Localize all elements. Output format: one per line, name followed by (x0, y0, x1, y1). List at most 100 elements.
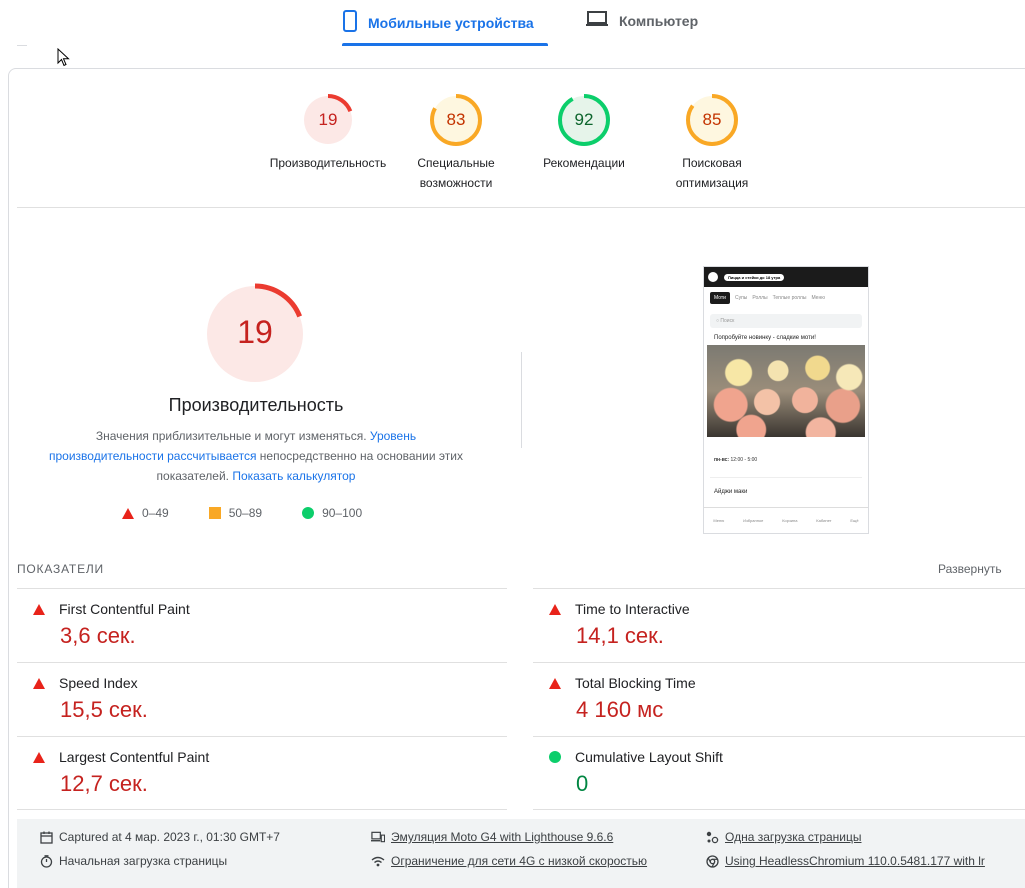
network-throttling[interactable]: Ограничение для сети 4G с низкой скорост… (371, 854, 647, 868)
tab-mobile[interactable]: Мобильные устройства (342, 10, 534, 35)
metric-divider (17, 736, 507, 737)
thumb-hours: пн-вс: 12:00 - 5:00 (714, 457, 868, 463)
devices-icon (371, 830, 385, 844)
gauge-ring: 92 (557, 93, 611, 147)
performance-score: 19 (237, 314, 273, 350)
thumb-header: Пицца и стейки до 18 утра (704, 267, 868, 287)
wifi-icon (371, 854, 385, 868)
green-circle-icon (302, 507, 315, 519)
device-tabs: Мобильные устройства Компьютер (0, 0, 1025, 48)
person-dots-icon (705, 830, 719, 844)
thumb-nav-item: Кабинет (816, 518, 832, 523)
captured-text: Captured at 4 мар. 2023 г., 01:30 GMT+7 (59, 830, 280, 844)
metric-lcp: Largest Contentful Paint 12,7 сек. (17, 749, 497, 797)
metric-name: Total Blocking Time (575, 675, 696, 691)
metric-speed-index: Speed Index 15,5 сек. (17, 675, 497, 723)
metric-divider (533, 588, 1025, 589)
thumb-tabs: Моти Супы Роллы Теплые роллы Меню (704, 287, 868, 304)
thumb-bottom-nav: Меню Избранное Корзина Кабинет Ещё (704, 507, 868, 533)
metric-divider (17, 588, 507, 589)
throttling-text: Ограничение для сети 4G с низкой скорост… (391, 854, 648, 868)
tab-desktop[interactable]: Компьютер (585, 10, 698, 31)
thumb-search-text: Поиск (720, 318, 735, 324)
gauge-best-practices[interactable]: 92 Рекомендации (514, 93, 654, 173)
tab-mobile-label: Мобильные устройства (368, 14, 534, 31)
legend-fail: 0–49 (122, 506, 169, 520)
single-load-text: Одна загрузка страницы (725, 830, 862, 844)
orange-square-icon (208, 507, 221, 519)
browser-version[interactable]: Using HeadlessChromium 110.0.5481.177 wi… (705, 854, 985, 868)
thumb-nav-item: Корзина (782, 518, 798, 523)
score-legend: 0–49 50–89 90–100 (122, 506, 402, 520)
gauge-score: 19 (318, 110, 338, 129)
initial-load: Начальная загрузка страницы (39, 854, 227, 868)
metric-divider (17, 809, 507, 810)
calendar-icon (39, 830, 53, 844)
red-triangle-icon (549, 677, 561, 689)
metric-divider (533, 736, 1025, 737)
gauge-score: 83 (446, 110, 466, 129)
red-triangle-icon (33, 677, 45, 689)
thumb-nav-item: Меню (713, 518, 725, 523)
timer-icon (39, 854, 53, 868)
metric-name: Speed Index (59, 675, 138, 691)
metric-fcp: First Contentful Paint 3,6 сек. (17, 601, 497, 649)
thumb-search: ○ Поиск (710, 314, 862, 328)
metric-divider (17, 662, 507, 663)
metric-value: 0 (576, 771, 589, 796)
metric-divider (533, 662, 1025, 663)
tab-divider (17, 45, 27, 46)
gauge-label: Производительность (269, 156, 387, 170)
gauge-label: Рекомендации (543, 156, 625, 170)
legend-average-label: 50–89 (228, 506, 263, 520)
description-text: Значения приблизительные и могут изменят… (95, 429, 370, 443)
legend-pass-label: 90–100 (322, 506, 363, 520)
gauge-score: 85 (702, 110, 722, 129)
emulation[interactable]: Эмуляция Moto G4 with Lighthouse 9.6.6 (371, 830, 613, 844)
thumb-tab: Роллы (752, 295, 768, 301)
thumb-divider (710, 477, 862, 478)
performance-description: Значения приблизительные и могут изменят… (45, 426, 467, 486)
thumb-hours-label: пн-вс: (714, 457, 730, 463)
metric-value: 14,1 сек. (576, 623, 664, 648)
runtime-settings: Captured at 4 мар. 2023 г., 01:30 GMT+7 … (17, 819, 1025, 888)
category-gauges: 19 Производительность 83 Специальные воз… (0, 93, 1025, 193)
gauge-label: Поисковая оптимизация (675, 156, 749, 190)
thumb-nav-item: Ещё (850, 518, 859, 523)
gauge-ring: 19 (301, 93, 355, 147)
gauge-ring: 83 (429, 93, 483, 147)
page-screenshot-thumbnail[interactable]: Пицца и стейки до 18 утра Моти Супы Ролл… (703, 266, 869, 534)
emulation-text: Эмуляция Moto G4 with Lighthouse 9.6.6 (391, 830, 614, 844)
green-circle-icon (549, 751, 561, 763)
gauge-score: 92 (574, 110, 594, 129)
metric-value: 4 160 мс (576, 697, 664, 722)
gauge-accessibility[interactable]: 83 Специальные возможности (386, 93, 526, 193)
legend-average: 50–89 (208, 506, 263, 520)
metric-name: Cumulative Layout Shift (575, 749, 723, 765)
metric-tbt: Total Blocking Time 4 160 мс (533, 675, 1013, 723)
metric-value: 15,5 сек. (60, 697, 148, 722)
initial-load-text: Начальная загрузка страницы (59, 854, 228, 868)
red-triangle-icon (122, 507, 134, 519)
section-divider (17, 207, 1025, 208)
gauge-seo[interactable]: 85 Поисковая оптимизация (642, 93, 782, 193)
vertical-divider (521, 352, 522, 448)
thumb-tab: Супы (734, 295, 748, 301)
metric-value: 3,6 сек. (60, 623, 136, 648)
thumb-product-image (707, 345, 865, 437)
thumb-tab: Теплые роллы (772, 295, 807, 301)
metric-divider (533, 809, 1025, 810)
single-load[interactable]: Одна загрузка страницы (705, 830, 862, 844)
tab-desktop-label: Компьютер (619, 12, 699, 29)
metric-name: Largest Contentful Paint (59, 749, 210, 765)
smartphone-icon (342, 10, 358, 35)
calculator-link[interactable]: Показать калькулятор (232, 469, 355, 483)
expand-toggle[interactable]: Развернуть (938, 562, 1002, 576)
red-triangle-icon (549, 603, 561, 615)
thumb-hours-value: 12:00 - 5:00 (730, 457, 758, 463)
metrics-heading: ПОКАЗАТЕЛИ (17, 562, 104, 576)
red-triangle-icon (33, 751, 45, 763)
metric-name: Time to Interactive (575, 601, 690, 617)
gauge-label: Специальные возможности (417, 156, 495, 190)
gauge-performance[interactable]: 19 Производительность (258, 93, 398, 173)
